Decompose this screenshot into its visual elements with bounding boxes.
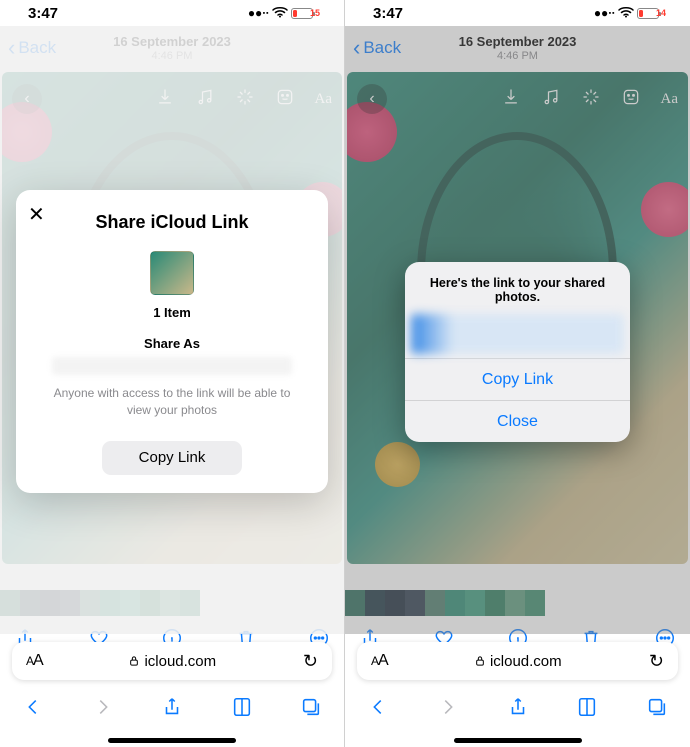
safari-address-bar[interactable]: AA icloud.com ↻ xyxy=(357,642,678,680)
text-size-icon[interactable]: AA xyxy=(26,652,43,670)
tabs-icon[interactable] xyxy=(646,696,668,723)
nav-back-icon[interactable] xyxy=(367,696,389,723)
safari-address-bar[interactable]: AA icloud.com ↻ xyxy=(12,642,332,680)
sheet-title: Share iCloud Link xyxy=(32,212,312,233)
bookmarks-icon[interactable] xyxy=(576,696,598,723)
home-indicator xyxy=(454,738,582,743)
share-icloud-sheet: ✕ Share iCloud Link 1 Item Share As Anyo… xyxy=(16,190,328,493)
bookmarks-icon[interactable] xyxy=(231,696,253,723)
reload-icon[interactable]: ↻ xyxy=(649,651,664,672)
reload-icon[interactable]: ↻ xyxy=(303,651,318,672)
battery-percentage: 14 xyxy=(656,8,666,18)
lock-icon xyxy=(475,655,485,667)
alert-close-button[interactable]: Close xyxy=(405,400,630,442)
status-indicators: ●●∙∙ 14 xyxy=(594,6,666,21)
url-domain: icloud.com xyxy=(490,653,562,670)
sheet-thumbnail xyxy=(150,251,194,295)
cellular-icon: ●●∙∙ xyxy=(594,6,615,20)
alert-heading: Here's the link to your shared photos. xyxy=(405,262,630,314)
item-count: 1 Item xyxy=(32,305,312,320)
safari-share-icon[interactable] xyxy=(161,696,183,723)
nav-back-icon[interactable] xyxy=(22,696,44,723)
lock-icon xyxy=(129,655,139,667)
wifi-icon xyxy=(618,6,634,21)
tabs-icon[interactable] xyxy=(300,696,322,723)
share-as-label: Share As xyxy=(32,336,312,351)
share-as-value-redacted xyxy=(52,357,292,375)
url-domain: icloud.com xyxy=(144,653,216,670)
share-description: Anyone with access to the link will be a… xyxy=(50,385,294,419)
nav-forward-icon xyxy=(92,696,114,723)
copy-link-button[interactable]: Copy Link xyxy=(102,441,242,475)
shared-link-redacted xyxy=(411,314,624,354)
status-time: 3:47 xyxy=(28,5,58,22)
shared-link-alert: Here's the link to your shared photos. C… xyxy=(405,262,630,442)
cellular-icon: ●●∙∙ xyxy=(248,6,269,20)
home-indicator xyxy=(108,738,236,743)
close-icon[interactable]: ✕ xyxy=(28,202,45,227)
battery-percentage: 15 xyxy=(310,8,320,18)
nav-forward-icon xyxy=(437,696,459,723)
status-indicators: ●●∙∙ 15 xyxy=(248,6,320,21)
wifi-icon xyxy=(272,6,288,21)
status-time: 3:47 xyxy=(373,5,403,22)
text-size-icon[interactable]: AA xyxy=(371,652,388,670)
safari-share-icon[interactable] xyxy=(507,696,529,723)
alert-copy-link-button[interactable]: Copy Link xyxy=(405,358,630,400)
